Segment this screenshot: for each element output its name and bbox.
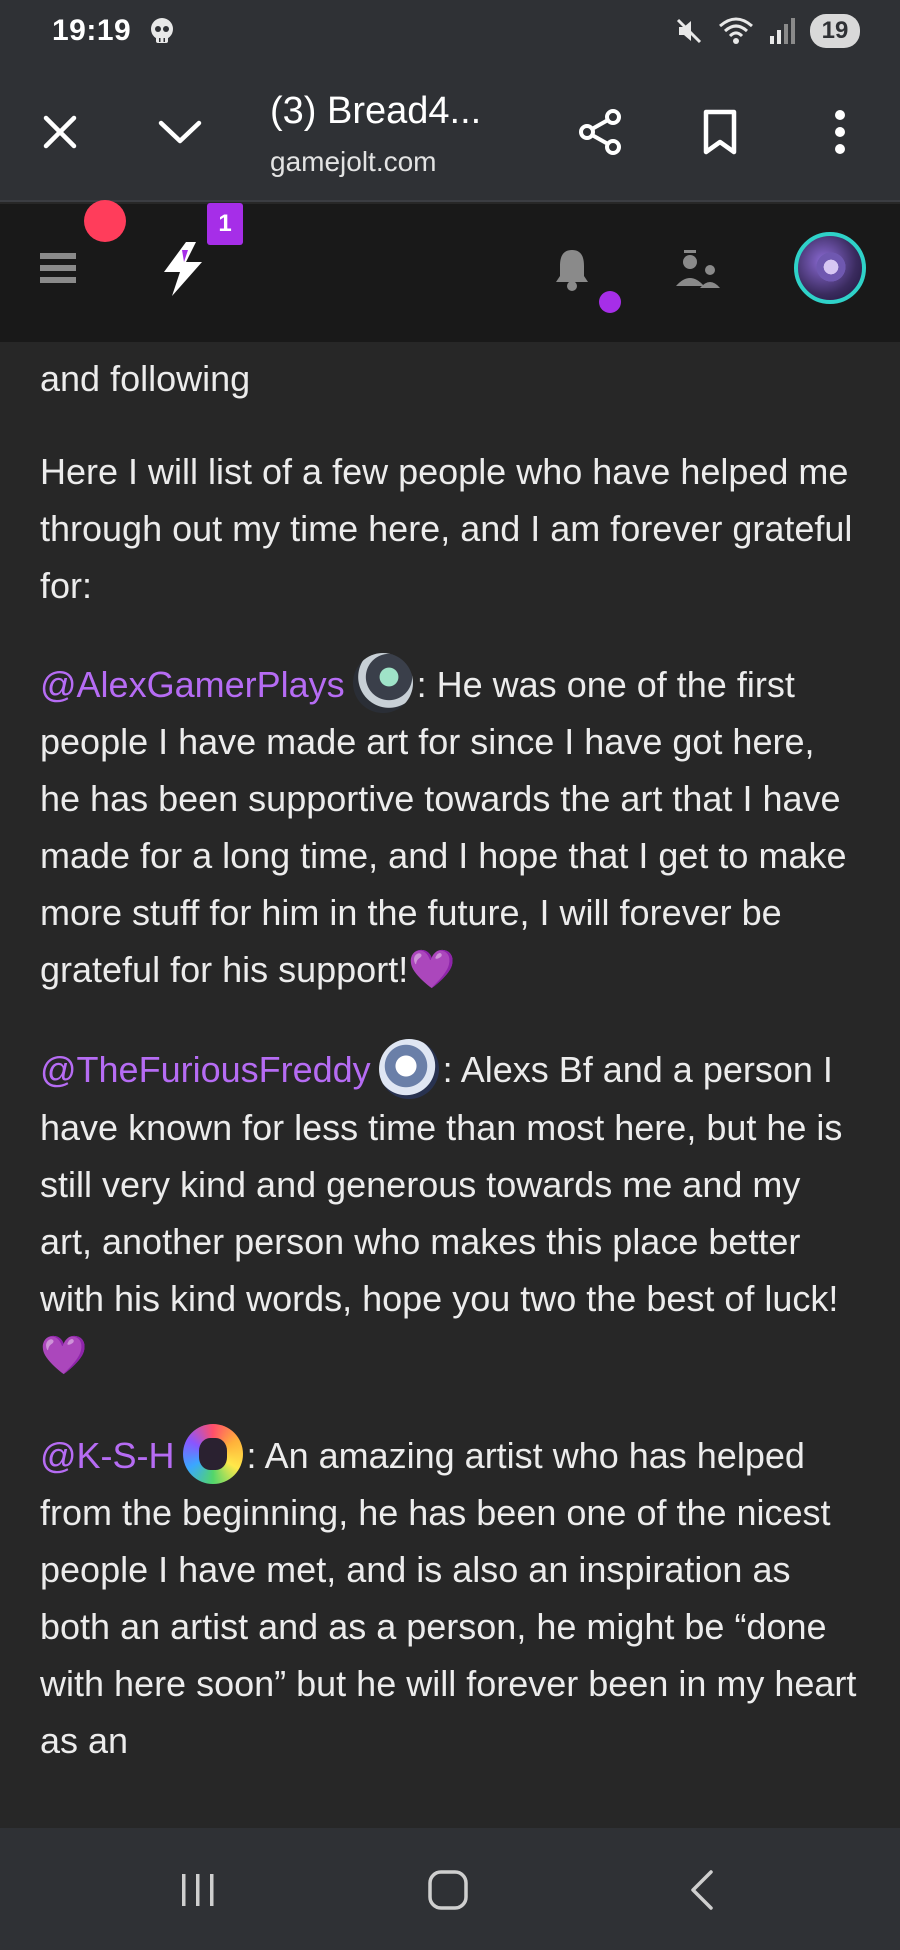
more-vert-icon <box>835 110 845 154</box>
signal-icon <box>770 18 795 44</box>
menu-button[interactable] <box>38 250 78 291</box>
recent-apps-button[interactable] <box>168 1860 228 1920</box>
browser-toolbar: (3) Bread4... gamejolt.com <box>0 62 900 202</box>
post-paragraph: Here I will list of a few people who hav… <box>40 451 853 606</box>
close-tab-button[interactable] <box>30 102 90 162</box>
mute-icon <box>676 18 702 44</box>
system-nav-bar <box>0 1828 900 1950</box>
shoutout-text: : An amazing artist who has helped from … <box>40 1434 857 1762</box>
activity-count-badge: 1 <box>207 203 243 245</box>
purple-heart-emoji: 💜 <box>408 949 456 992</box>
menu-notification-dot <box>84 200 126 242</box>
shoutout-entry: @K-S-H: An amazing artist who has helped… <box>40 1424 860 1769</box>
user-mention-link[interactable]: @AlexGamerPlays <box>40 664 345 705</box>
wifi-icon <box>719 17 753 44</box>
notifications-unread-dot <box>599 291 621 313</box>
status-time: 19:19 <box>52 14 132 47</box>
friend-requests-icon <box>676 250 720 288</box>
status-bar: 19:19 19 <box>0 0 900 62</box>
bookmark-button[interactable] <box>690 102 750 162</box>
shoutout-text: : He was one of the first people I have … <box>40 664 847 991</box>
user-mention-link[interactable]: @TheFuriousFreddy <box>40 1049 371 1090</box>
recent-apps-icon <box>182 1874 214 1906</box>
post-content: and following Here I will list of a few … <box>0 342 900 1828</box>
user-avatar[interactable] <box>794 232 866 304</box>
expand-toolbar-button[interactable] <box>150 102 210 162</box>
back-button[interactable] <box>672 1860 732 1920</box>
bookmark-icon <box>703 109 737 155</box>
mention-avatar[interactable] <box>182 1424 243 1485</box>
friend-requests-button[interactable] <box>674 250 722 295</box>
home-icon <box>428 1870 468 1910</box>
mention-avatar[interactable] <box>352 653 413 714</box>
site-nav-bar <box>0 204 900 342</box>
activity-button[interactable] <box>158 240 208 303</box>
activity-bolt-icon <box>164 242 202 296</box>
page-url[interactable]: gamejolt.com <box>270 146 437 178</box>
chevron-down-icon <box>158 120 202 144</box>
post-paragraph: and following <box>40 358 251 399</box>
mention-avatar[interactable] <box>378 1038 439 1099</box>
back-icon <box>691 1870 713 1910</box>
page-title[interactable]: (3) Bread4... <box>270 90 481 133</box>
user-mention-link[interactable]: @K-S-H <box>40 1435 175 1476</box>
shoutout-entry: @TheFuriousFreddy: Alexs Bf and a person… <box>40 1038 860 1384</box>
share-icon <box>579 109 621 155</box>
notifications-bell-icon <box>556 250 588 291</box>
share-button[interactable] <box>570 102 630 162</box>
shoutout-entry: @AlexGamerPlays: He was one of the first… <box>40 653 860 999</box>
close-icon <box>43 115 77 149</box>
purple-heart-emoji: 💜 <box>40 1334 88 1377</box>
menu-icon <box>40 253 76 283</box>
battery-indicator: 19 <box>810 14 860 48</box>
notifications-button[interactable] <box>552 246 592 297</box>
skull-icon <box>151 18 174 43</box>
more-options-button[interactable] <box>810 102 870 162</box>
home-button[interactable] <box>418 1860 478 1920</box>
